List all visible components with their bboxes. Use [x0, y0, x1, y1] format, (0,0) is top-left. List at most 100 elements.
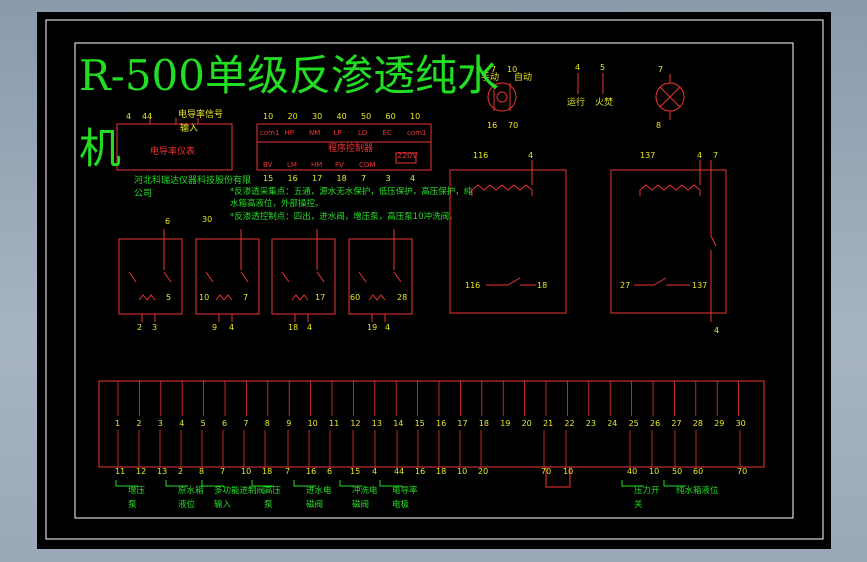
contactor-left-num-4: 18	[537, 281, 547, 290]
controller-top-label: com1	[407, 129, 426, 137]
controller-top-label: EC	[383, 129, 392, 137]
terminal-upper-number: 8	[265, 419, 270, 428]
controller-top-number: 60	[386, 112, 396, 121]
controller-bottom-label: HM	[311, 161, 322, 169]
controller-bottom-number: 16	[288, 174, 298, 183]
terminal-upper-number: 17	[457, 419, 467, 428]
voltage-label: 220V	[397, 151, 418, 160]
relay-side-num: 7	[243, 293, 248, 302]
terminal-upper-number: 25	[629, 419, 639, 428]
fire-num: 5	[600, 63, 605, 72]
relay-side-num: 10	[199, 293, 209, 302]
note-1-line-2: 水箱高液位，外部操控。	[230, 198, 324, 209]
terminal-lower-number: 10	[241, 467, 251, 476]
terminal-upper-number: 21	[543, 419, 553, 428]
terminal-lower-number: 4	[372, 467, 377, 476]
controller-bottom-label: COM	[359, 161, 375, 169]
terminal-lower-number: 70	[737, 467, 747, 476]
terminal-group-label: 多功能进制阀	[214, 485, 265, 496]
relay-bottom-num: 19	[367, 323, 377, 332]
controller-top-label: LO	[358, 129, 368, 137]
note-2: *反渗透控制点：四出，进水阀，增压泵，高压泵10冲洗阀。	[230, 211, 458, 222]
terminal-lower-number: 10	[457, 467, 467, 476]
relay-side-num: 17	[315, 293, 325, 302]
lamp-bottom-num: 8	[656, 121, 661, 130]
relay-bottom-num: 4	[307, 323, 312, 332]
terminal-upper-number: 3	[158, 419, 163, 428]
terminal-lower-number: 8	[199, 467, 204, 476]
terminal-group-label: 压力开	[634, 485, 660, 496]
run-label: 运行	[567, 96, 585, 108]
terminal-upper-number: 30	[736, 419, 746, 428]
terminal-lower-number: 11	[115, 467, 125, 476]
terminal-lower-number: 7	[285, 467, 290, 476]
terminal-lower-number: 50	[672, 467, 682, 476]
terminal-group-label: 高压	[264, 485, 282, 496]
terminal-upper-number: 28	[693, 419, 703, 428]
terminal-group-label: 电导率	[392, 485, 418, 496]
note-1-line-1: *反渗透采集点：五通，源水无水保护，低压保护，高压保护，纯	[230, 186, 473, 197]
terminal-lower-number: 16	[306, 467, 316, 476]
terminal-group-label: 输入	[214, 499, 232, 510]
switch-bottom-1: 16	[487, 121, 497, 130]
terminal-lower-number: 40	[627, 467, 637, 476]
terminal-upper-number: 27	[671, 419, 681, 428]
terminal-group-label: 磁阀	[306, 499, 323, 510]
terminal-upper-number: 15	[415, 419, 425, 428]
terminal-group-label: 电极	[392, 499, 410, 510]
terminal-lower-number: 12	[136, 467, 146, 476]
terminal-group-label: 增压	[128, 485, 146, 496]
company-line-1: 河北科瑞达仪器科技股份有限	[134, 174, 251, 186]
controller-bottom-number: 7	[361, 174, 366, 183]
controller-label: 程序控制器	[328, 142, 373, 154]
terminal-group-label: 磁阀	[352, 499, 369, 510]
terminal-lower-number: 10	[563, 467, 573, 476]
terminal-upper-number: 12	[350, 419, 360, 428]
terminal-upper-number: 4	[179, 419, 184, 428]
relay-top-num: 6	[165, 217, 170, 226]
terminal-upper-number: 10	[308, 419, 318, 428]
company-line-2: 公司	[134, 188, 152, 199]
terminal-group-label: 液位	[178, 499, 196, 510]
cad-viewport: 电导率仪表 电导率信号 输入 4 44 程序控制器 220V com1 HP NM L…	[0, 0, 867, 562]
terminal-upper-number: 22	[564, 419, 574, 428]
terminal-upper-number: 13	[372, 419, 382, 428]
terminal-upper-number: 14	[393, 419, 403, 428]
contactor-left-num-1: 116	[473, 151, 488, 160]
terminal-upper-number: 2	[136, 419, 141, 428]
terminal-upper-number: 11	[329, 419, 339, 428]
terminal-upper-number: 24	[607, 419, 617, 428]
controller-top-label: com1	[260, 129, 279, 137]
controller-top-number: 10	[410, 112, 420, 121]
controller-bottom-number: 3	[386, 174, 391, 183]
drawing-title-line-1: R-500单级反渗透纯水	[79, 51, 499, 100]
terminal-lower-number: 13	[157, 467, 167, 476]
relay-side-num: 28	[397, 293, 407, 302]
terminal-group-label: 进水电	[306, 485, 332, 496]
contactor-left-num-2: 4	[528, 151, 533, 160]
terminal-upper-number: 23	[586, 419, 596, 428]
controller-top-number: 40	[337, 112, 347, 121]
terminal-lower-number: 15	[350, 467, 360, 476]
meter-num-1: 4	[126, 112, 131, 121]
relay-bottom-num: 2	[137, 323, 142, 332]
controller-top-label: LP	[334, 129, 342, 137]
drawing-title-line-2: 机	[79, 124, 122, 173]
controller-top-number: 20	[288, 112, 298, 121]
terminal-lower-number: 70	[541, 467, 551, 476]
controller-bottom-label: BV	[263, 161, 273, 169]
relay-bottom-num: 18	[288, 323, 298, 332]
contactor-right-num-6: 4	[714, 326, 719, 335]
terminal-upper-number: 20	[522, 419, 532, 428]
terminal-lower-number: 18	[436, 467, 446, 476]
controller-bottom-number: 15	[263, 174, 273, 183]
meter-input-label: 输入	[180, 122, 198, 134]
controller-bottom-number: 17	[312, 174, 322, 183]
terminal-group-label: 泵	[264, 500, 273, 510]
fire-label: 火焚	[595, 97, 613, 108]
controller-top-label: NM	[309, 129, 320, 137]
controller-bottom-label: LM	[287, 161, 297, 169]
controller-bottom-number: 18	[337, 174, 347, 183]
controller-top-number: 10	[263, 112, 273, 121]
relay-side-num: 5	[166, 293, 171, 302]
